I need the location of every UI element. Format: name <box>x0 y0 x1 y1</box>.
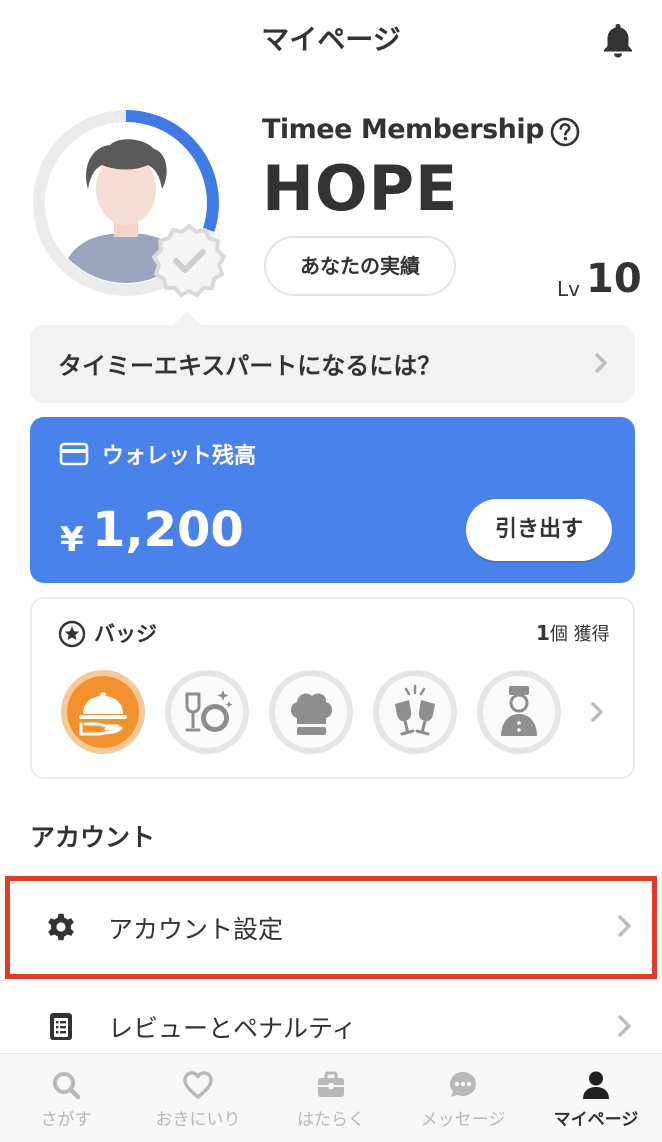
heart-icon <box>183 1071 213 1099</box>
verified-badge-icon <box>152 224 226 297</box>
tab-search[interactable]: さがす <box>0 1055 132 1140</box>
tab-label: マイページ <box>553 1110 639 1130</box>
level-label: Lv <box>557 277 580 301</box>
bellhop-icon[interactable] <box>475 668 563 756</box>
chevron-right-icon <box>595 353 607 373</box>
badges-count-suffix: 個 獲得 <box>549 624 610 645</box>
tab-label: メッセージ <box>420 1110 506 1130</box>
message-icon <box>450 1072 476 1097</box>
chevron-right-icon <box>618 915 631 937</box>
tab-label: おきにいり <box>155 1110 241 1130</box>
reviews-penalties-row[interactable]: レビューとペナルティ <box>108 1009 357 1045</box>
briefcase-icon <box>318 1071 344 1097</box>
achievements-button[interactable]: あなたの実績 <box>264 236 456 296</box>
badges-count: 1個 獲得 <box>536 620 610 646</box>
tab-work[interactable]: はたらく <box>265 1055 397 1140</box>
wallet-balance: 1,200 <box>92 502 244 558</box>
tab-favorites[interactable]: おきにいり <box>132 1055 264 1140</box>
tab-mypage[interactable]: マイページ <box>530 1055 662 1140</box>
expert-banner-text: タイミーエキスパートになるには？ <box>58 352 442 380</box>
tab-label: はたらく <box>297 1110 365 1130</box>
level-value: 10 <box>586 256 642 302</box>
account-settings-row[interactable] <box>5 876 657 979</box>
tab-label: さがす <box>40 1110 92 1130</box>
account-settings-label: アカウント設定 <box>108 915 284 944</box>
chevron-right-icon <box>618 1015 631 1037</box>
person-icon <box>583 1071 609 1099</box>
account-section-title: アカウント <box>30 823 156 852</box>
page-title: マイページ <box>261 23 401 56</box>
badges-count-number: 1 <box>536 621 550 645</box>
wine-glass-plate-icon[interactable] <box>163 668 251 756</box>
cloche-serving-icon[interactable] <box>59 668 147 756</box>
wallet-label: ウォレット残高 <box>102 444 257 469</box>
clipboard-icon <box>50 1013 72 1040</box>
membership-title: Timee Membership <box>262 114 544 145</box>
currency-symbol: ¥ <box>60 520 84 560</box>
toast-glasses-icon[interactable] <box>371 668 459 756</box>
star-circle-icon <box>58 620 86 648</box>
search-icon <box>53 1072 81 1100</box>
withdraw-button[interactable]: 引き出す <box>466 499 612 561</box>
chef-hat-icon[interactable] <box>267 668 355 756</box>
chevron-right-icon[interactable] <box>586 698 608 726</box>
tab-messages[interactable]: メッセージ <box>397 1055 529 1140</box>
badges-label: バッジ <box>94 622 157 646</box>
banner-pointer <box>172 312 202 326</box>
credit-card-icon <box>59 442 89 466</box>
bell-icon[interactable] <box>598 20 638 60</box>
gear-icon <box>48 913 74 941</box>
help-icon[interactable] <box>549 116 581 148</box>
membership-rank: HOPE <box>262 152 459 225</box>
